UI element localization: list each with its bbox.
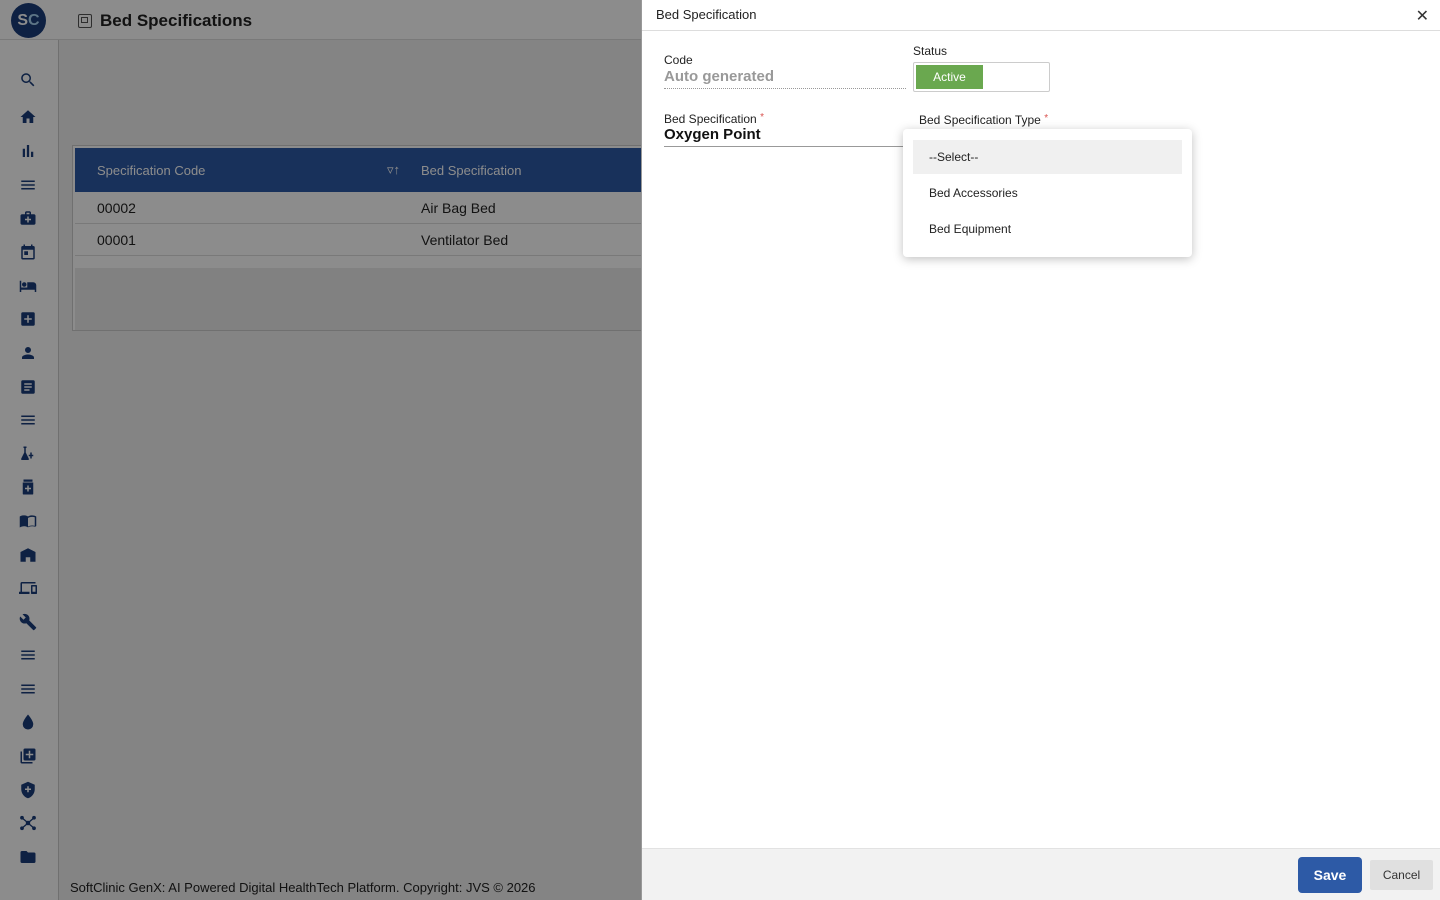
bed-specification-input[interactable]: Oxygen Point <box>664 126 904 147</box>
modal-header: Bed Specification ✕ <box>642 0 1440 31</box>
bed-specification-type-label-text: Bed Specification Type <box>919 113 1041 127</box>
bed-specification-type-label: Bed Specification Type * <box>919 113 1048 127</box>
modal-title: Bed Specification <box>656 7 757 22</box>
option-select[interactable]: --Select-- <box>913 140 1182 174</box>
close-icon[interactable]: ✕ <box>1416 9 1429 25</box>
code-field: Auto generated <box>664 68 906 89</box>
option-bed-accessories[interactable]: Bed Accessories <box>913 176 1182 210</box>
required-mark: * <box>1044 113 1049 124</box>
option-bed-equipment[interactable]: Bed Equipment <box>913 212 1182 246</box>
bed-specification-label-text: Bed Specification <box>664 112 757 126</box>
status-active: Active <box>916 65 983 89</box>
bed-specification-type-dropdown: --Select-- Bed Accessories Bed Equipment <box>903 129 1192 257</box>
status-toggle[interactable]: Active <box>913 62 1050 92</box>
required-mark: * <box>760 112 764 123</box>
code-label: Code <box>664 53 693 67</box>
save-button[interactable]: Save <box>1298 857 1362 893</box>
bed-specification-modal: Bed Specification ✕ Code Auto generated … <box>641 0 1440 900</box>
cancel-button[interactable]: Cancel <box>1370 860 1433 890</box>
status-label: Status <box>913 44 948 58</box>
bed-specification-label: Bed Specification * <box>664 112 764 126</box>
modal-footer: Save Cancel <box>642 848 1440 900</box>
